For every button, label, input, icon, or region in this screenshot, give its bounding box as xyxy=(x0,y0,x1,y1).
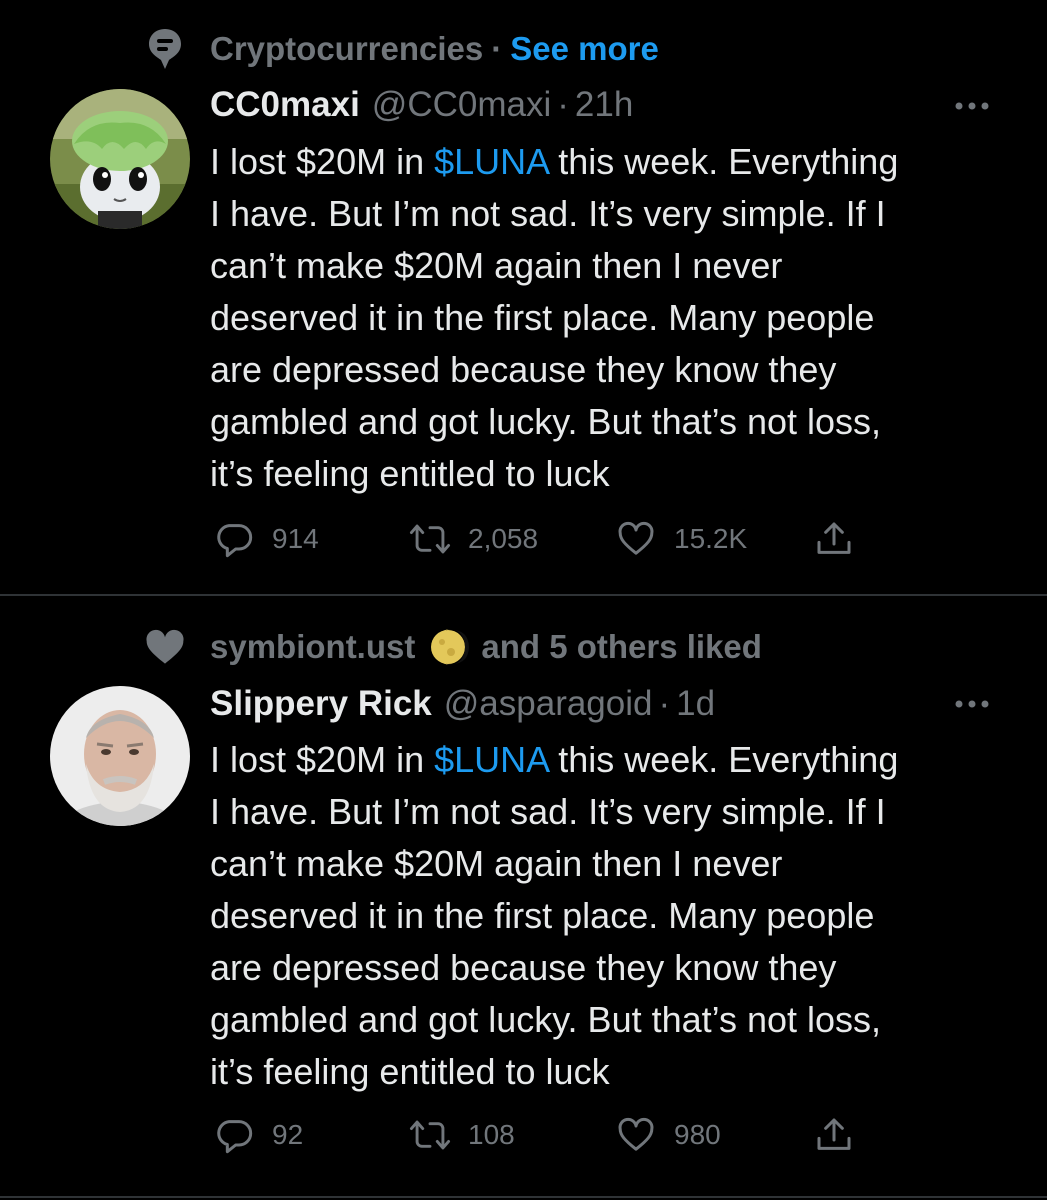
reply-icon xyxy=(210,515,258,563)
retweet-count: 108 xyxy=(468,1119,515,1150)
cashtag-link[interactable]: $LUNA xyxy=(434,141,548,182)
avatar[interactable] xyxy=(50,89,190,229)
tweet-text: I lost $20M in $LUNA this week. Everythi… xyxy=(210,136,1030,500)
text-line: can’t make $20M again then I never xyxy=(210,245,783,286)
tweet-actions: 92 108 980 xyxy=(210,1110,910,1160)
retweet-icon xyxy=(406,515,454,563)
text-line: I have. But I’m not sad. It’s very simpl… xyxy=(210,791,886,832)
text-line: gambled and got lucky. But that’s not lo… xyxy=(210,401,882,442)
reply-count: 914 xyxy=(272,523,319,554)
heart-outline-icon xyxy=(612,1111,660,1159)
tweet-actions: 914 2,058 15.2K xyxy=(210,514,910,564)
like-count: 15.2K xyxy=(674,523,748,554)
avatar[interactable] xyxy=(50,686,190,826)
share-icon xyxy=(810,1111,858,1159)
avatar-bearded-man xyxy=(50,686,190,826)
tweet-divider xyxy=(0,1196,1047,1198)
social-context: symbiont.ust and 5 others liked xyxy=(145,622,762,672)
text-line: it’s feeling entitled to luck xyxy=(210,1051,610,1092)
topic-icon xyxy=(145,26,185,72)
tweet-card[interactable]: Cryptocurrencies · See more CC0maxi @CC0… xyxy=(0,0,1047,594)
more-icon[interactable] xyxy=(952,689,992,719)
tweet-card[interactable]: symbiont.ust and 5 others liked Slippery… xyxy=(0,596,1047,1196)
user-handle[interactable]: @asparagoid xyxy=(444,684,653,724)
text-line: it’s feeling entitled to luck xyxy=(210,453,610,494)
topic-name[interactable]: Cryptocurrencies xyxy=(210,30,483,68)
text-line: gambled and got lucky. But that’s not lo… xyxy=(210,999,882,1040)
separator-dot: · xyxy=(557,85,569,124)
tweet-text: I lost $20M in $LUNA this week. Everythi… xyxy=(210,734,1030,1098)
tweet-header: Slippery Rick @asparagoid · 1d xyxy=(210,679,715,729)
see-more-link[interactable]: See more xyxy=(510,30,659,68)
liker-name[interactable]: symbiont.ust xyxy=(210,628,415,666)
liked-by-text: and 5 others liked xyxy=(481,628,762,665)
text-line: I have. But I’m not sad. It’s very simpl… xyxy=(210,193,886,234)
topic-context: Cryptocurrencies · See more xyxy=(145,24,659,74)
text-line: are depressed because they know they xyxy=(210,947,837,988)
timestamp[interactable]: 1d xyxy=(676,684,715,724)
like-button[interactable]: 15.2K xyxy=(612,514,747,564)
text-segment: I lost $20M in xyxy=(210,141,435,182)
moon-avatar[interactable] xyxy=(427,626,470,668)
share-button[interactable] xyxy=(810,514,872,564)
text-line: deserved it in the first place. Many peo… xyxy=(210,895,875,936)
reply-count: 92 xyxy=(272,1119,304,1150)
heart-outline-icon xyxy=(612,515,660,563)
separator-dot: · xyxy=(658,684,671,723)
retweet-count: 2,058 xyxy=(468,523,539,554)
reply-button[interactable]: 914 xyxy=(210,514,319,564)
text-line: can’t make $20M again then I never xyxy=(210,843,783,884)
timestamp[interactable]: 21h xyxy=(575,85,633,125)
text-segment: I lost $20M in xyxy=(210,739,435,780)
text-segment: this week. Everything xyxy=(548,739,899,780)
text-line: deserved it in the first place. Many peo… xyxy=(210,297,875,338)
reply-button[interactable]: 92 xyxy=(210,1110,303,1160)
retweet-button[interactable]: 108 xyxy=(406,1110,515,1160)
text-line: are depressed because they know they xyxy=(210,349,837,390)
reply-icon xyxy=(210,1111,258,1159)
retweet-button[interactable]: 2,058 xyxy=(406,514,538,564)
separator-dot: · xyxy=(491,30,503,67)
retweet-icon xyxy=(406,1111,454,1159)
cashtag-link[interactable]: $LUNA xyxy=(434,739,548,780)
share-button[interactable] xyxy=(810,1110,872,1160)
user-handle[interactable]: @CC0maxi xyxy=(372,85,551,125)
tweet-header: CC0maxi @CC0maxi · 21h xyxy=(210,80,633,130)
display-name[interactable]: CC0maxi xyxy=(210,85,360,125)
heart-icon xyxy=(145,624,185,670)
share-icon xyxy=(810,515,858,563)
avatar-green-haired-cartoon xyxy=(50,89,190,229)
more-icon[interactable] xyxy=(952,91,992,121)
like-button[interactable]: 980 xyxy=(612,1110,721,1160)
like-count: 980 xyxy=(674,1119,721,1150)
display-name[interactable]: Slippery Rick xyxy=(210,684,432,724)
text-segment: this week. Everything xyxy=(548,141,899,182)
